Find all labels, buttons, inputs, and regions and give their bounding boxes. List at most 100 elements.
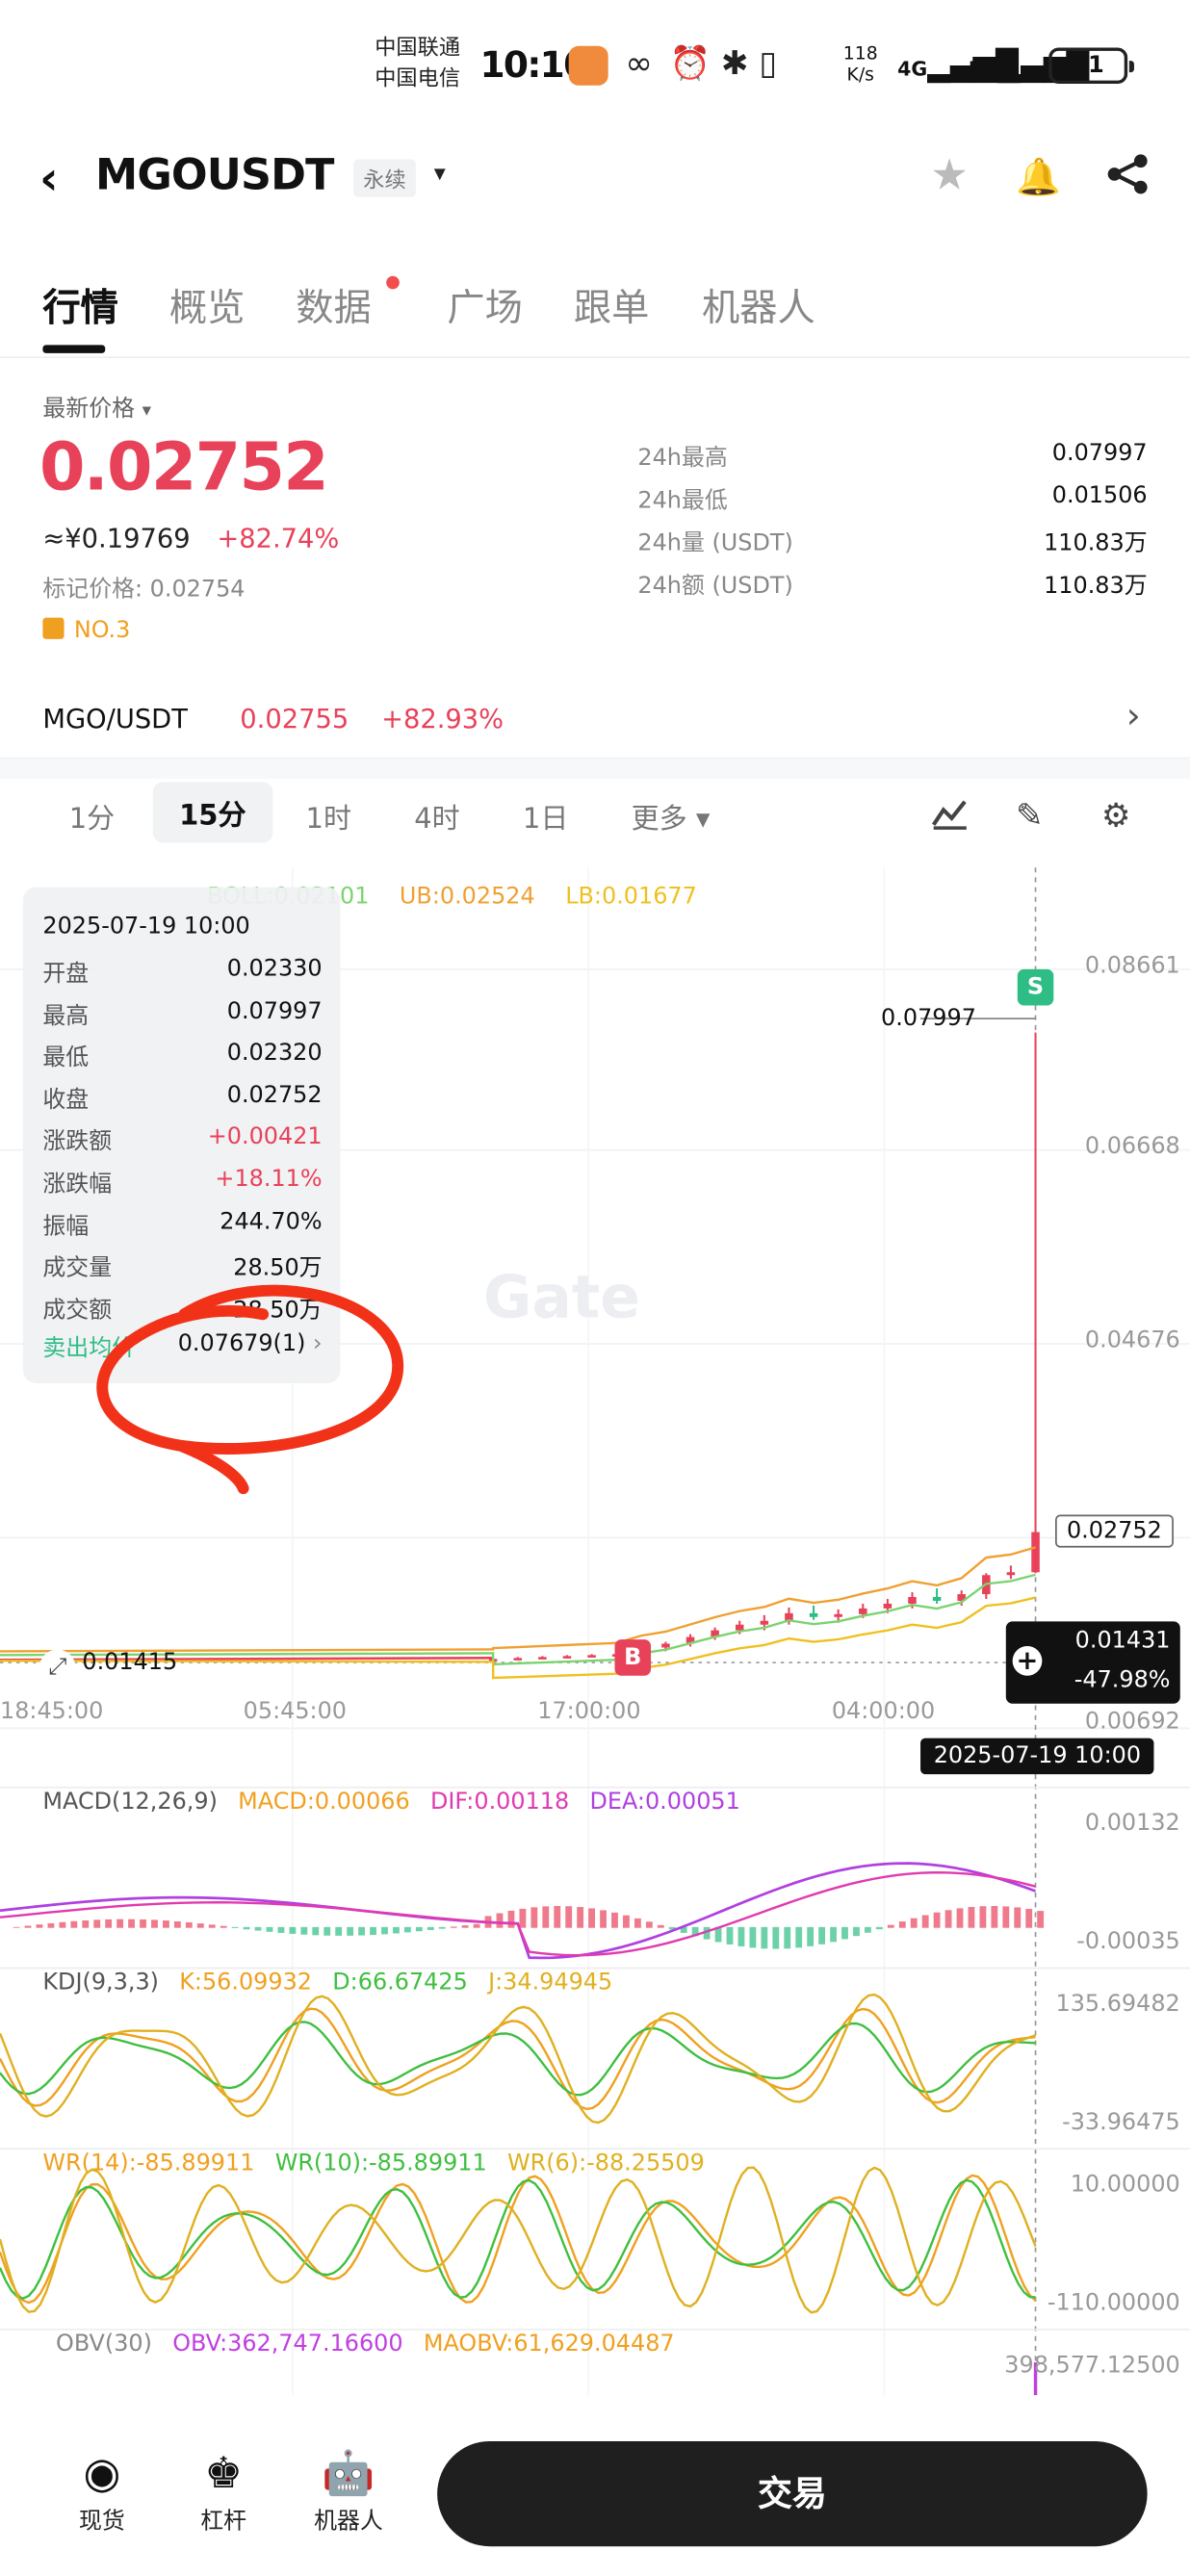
macd-bar: [450, 1926, 457, 1928]
candle-body: [908, 1597, 917, 1604]
macd-bar: [841, 1926, 848, 1940]
settings-icon[interactable]: ⚙: [1101, 795, 1131, 835]
spot-pair-row[interactable]: MGO/USDT 0.02755 +82.93% ›: [0, 681, 1190, 760]
kdj-legend: KDJ(9,3,3) K:56.09932 D:66.67425 J:34.94…: [42, 1970, 612, 1996]
nav-spot-label: 现货: [78, 2508, 125, 2536]
macd-bar: [749, 1926, 757, 1948]
nav-spot[interactable]: ◉ 现货: [53, 2444, 151, 2537]
macd-bar: [979, 1906, 987, 1928]
interval-15m[interactable]: 15分: [152, 782, 272, 843]
draw-icon[interactable]: ✎: [1016, 795, 1044, 835]
ohlc-value: 0.07997: [226, 997, 323, 1025]
macd-y-top: 0.00132: [1084, 1810, 1180, 1837]
indicator-icon[interactable]: [930, 795, 970, 839]
macd-bar: [530, 1907, 538, 1928]
tab-square[interactable]: 广场: [447, 276, 523, 332]
candle-body: [661, 1643, 670, 1648]
boll-upper-line: [0, 1546, 1036, 1653]
carrier-2: 中国电信: [375, 66, 461, 92]
macd-bar: [726, 1926, 734, 1945]
macd-dea: DEA:0.00051: [589, 1789, 740, 1816]
spot-icon: ◉: [83, 2449, 121, 2499]
macd-bar: [933, 1912, 941, 1928]
x-axis-label: 17:00:00: [537, 1698, 641, 1725]
macd-bar: [196, 1923, 204, 1928]
trade-button[interactable]: 交易: [437, 2441, 1148, 2547]
section-divider: [0, 759, 1190, 779]
tab-bots[interactable]: 机器人: [702, 276, 815, 332]
macd-bar: [59, 1921, 66, 1928]
macd-bar: [921, 1915, 929, 1928]
notification-dot: [386, 275, 400, 290]
macd-bar: [370, 1926, 376, 1936]
status-bar: 中国联通 中国电信 10:10 ∞ ⏰ ✱ ▯ 118 K/s 4G▂▄▆█ 5…: [0, 0, 1190, 132]
macd-bar: [657, 1924, 664, 1928]
symbol-title[interactable]: MGOUSDT: [95, 151, 334, 200]
rank-badge[interactable]: NO.3: [42, 617, 130, 644]
tab-overview[interactable]: 概览: [169, 276, 246, 332]
macd-bar: [1025, 1908, 1033, 1928]
tab-market[interactable]: 行情: [42, 276, 118, 332]
add-order-icon[interactable]: +: [1012, 1645, 1043, 1676]
macd-bar: [875, 1926, 883, 1930]
macd-bar: [277, 1926, 285, 1933]
macd-bar: [968, 1906, 975, 1928]
ohlc-key: 最高: [42, 1003, 90, 1030]
ohlc-value: 0.02752: [226, 1082, 323, 1109]
tab-copy-trading[interactable]: 跟单: [574, 276, 650, 332]
macd-y-bottom: -0.00035: [1076, 1928, 1180, 1955]
mark-price: 标记价格: 0.02754: [42, 572, 245, 605]
nav-bots[interactable]: 🤖 机器人: [299, 2444, 398, 2537]
macd-bar: [243, 1926, 250, 1930]
y-axis-label: 0.08661: [1084, 952, 1180, 980]
chevron-right-icon: ›: [1125, 696, 1141, 738]
obv-name: OBV(30): [56, 2331, 152, 2357]
x-axis-label: 04:00:00: [831, 1698, 936, 1725]
ohlc-key: 开盘: [42, 961, 90, 988]
macd-bar: [807, 1926, 815, 1946]
macd-bar: [461, 1925, 469, 1928]
buy-badge[interactable]: B: [614, 1639, 652, 1676]
nav-margin[interactable]: ♚ 杠杆: [174, 2444, 272, 2537]
macd-bar: [1014, 1907, 1022, 1928]
stat-value: 110.83万: [1044, 573, 1148, 600]
macd-bar: [70, 1920, 78, 1928]
macd-bar: [853, 1926, 860, 1937]
macd-bar: [519, 1908, 527, 1928]
mark-price-value: 0.02754: [149, 577, 246, 604]
sell-badge[interactable]: S: [1017, 968, 1054, 1006]
macd-bar: [898, 1921, 906, 1928]
candle-body: [760, 1620, 769, 1625]
tab-data[interactable]: 数据: [296, 276, 372, 332]
interval-more[interactable]: 更多 ▾: [632, 795, 711, 837]
wr-6: WR(6):-88.25509: [506, 2150, 705, 2177]
last-price-tag: 0.02752: [1055, 1514, 1174, 1548]
price-alert-icon[interactable]: 🔔: [1016, 158, 1061, 199]
price-type-selector[interactable]: 最新价格 ▾: [42, 391, 151, 424]
app-notification-icon: [568, 44, 608, 85]
star-icon[interactable]: ★: [930, 151, 969, 200]
interval-1h[interactable]: 1时: [306, 795, 352, 837]
macd-bar: [542, 1906, 550, 1928]
candle-body: [834, 1613, 842, 1617]
share-icon[interactable]: [1104, 151, 1151, 209]
interval-1m[interactable]: 1分: [69, 795, 116, 837]
interval-4h[interactable]: 4时: [414, 795, 460, 837]
chevron-down-icon[interactable]: ▾: [434, 161, 446, 187]
kdj-j: J:34.94945: [488, 1970, 613, 1996]
candle-body: [859, 1608, 867, 1614]
macd-bar: [47, 1922, 55, 1928]
wr-10: WR(10):-85.89911: [274, 2150, 487, 2177]
wr-legend: WR(14):-85.89911 WR(10):-85.89911 WR(6):…: [42, 2151, 704, 2177]
candle-body: [735, 1624, 744, 1631]
expand-icon[interactable]: ⤢: [39, 1649, 76, 1686]
wr-6-line: [0, 2166, 1037, 2314]
ohlc-datetime: 2025-07-19 10:00: [42, 913, 250, 940]
spot-pair-price: 0.02755: [240, 703, 349, 734]
main-tabs: 行情 概览 数据 广场 跟单 机器人: [0, 263, 1190, 359]
interval-1d[interactable]: 1日: [523, 795, 569, 837]
kdj-name: KDJ(9,3,3): [42, 1970, 159, 1996]
macd-bar: [358, 1926, 365, 1936]
red-circle-annotation: [96, 1284, 404, 1495]
back-icon[interactable]: ‹: [39, 151, 59, 205]
